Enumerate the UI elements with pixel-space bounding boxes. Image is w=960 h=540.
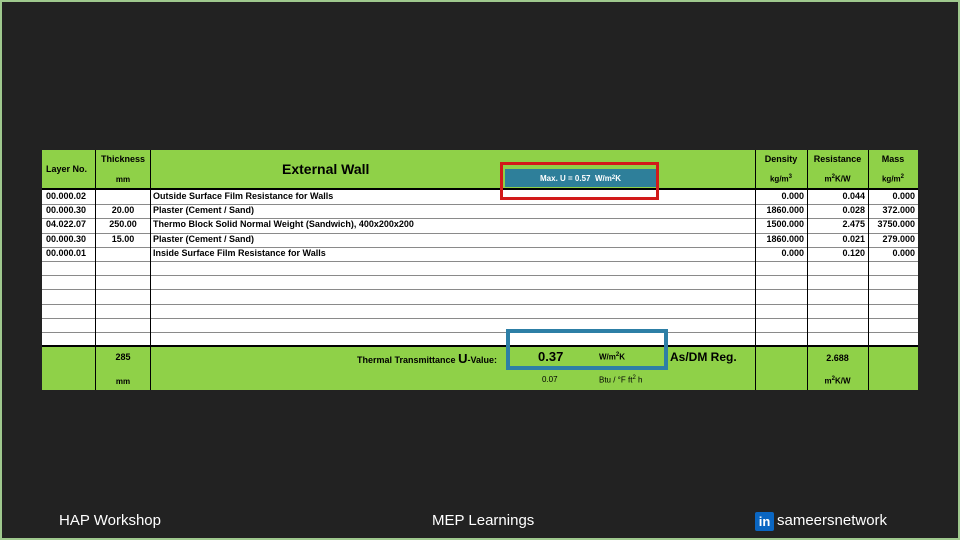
row-resistance: 2.475 xyxy=(842,219,865,230)
row-separator xyxy=(42,261,918,262)
regulation-label: As/DM Reg. xyxy=(670,350,737,364)
row-separator xyxy=(42,275,918,277)
grid-col-line xyxy=(150,150,151,390)
header-layer-no: Layer No. xyxy=(46,164,88,174)
row-description: Plaster (Cement / Sand) xyxy=(153,205,255,216)
row-thickness: 250.00 xyxy=(109,219,137,230)
total-thickness-unit: mm xyxy=(115,377,131,386)
footer-workshop-label: HAP Workshop xyxy=(59,512,161,529)
row-mass: 3750.000 xyxy=(877,219,915,230)
row-density: 1860.000 xyxy=(766,233,804,244)
footer-network-link[interactable]: sameersnetwork xyxy=(777,512,887,529)
row-separator xyxy=(42,332,918,333)
row-description: Plaster (Cement / Sand) xyxy=(153,233,255,244)
imperial-u-unit: Btu / °F ft2 h xyxy=(599,375,643,385)
row-description: Inside Surface Film Resistance for Walls xyxy=(153,247,326,258)
row-density: 0.000 xyxy=(781,247,804,258)
header-mass-unit: kg/m2 xyxy=(881,174,904,184)
header-mass: Mass xyxy=(881,154,905,164)
footer-brand-label: MEP Learnings xyxy=(432,512,535,529)
row-density: 0.000 xyxy=(781,191,804,201)
linkedin-icon[interactable]: in xyxy=(755,512,774,531)
grid-col-line xyxy=(868,150,869,390)
imperial-u-value: 0.07 xyxy=(542,375,558,384)
row-layer: 00.000.02 xyxy=(46,191,87,201)
header-divider xyxy=(42,188,918,190)
row-resistance: 0.044 xyxy=(842,191,865,201)
u-value-label: Thermal Transmittance U-Value: xyxy=(357,351,497,366)
row-density: 1500.000 xyxy=(766,219,804,230)
grid-col-line xyxy=(755,150,756,390)
u-value-highlight-box xyxy=(506,329,668,370)
row-description: Outside Surface Film Resistance for Wall… xyxy=(153,191,334,201)
grid-col-line xyxy=(95,150,96,390)
row-separator xyxy=(42,303,918,305)
row-separator xyxy=(42,317,918,319)
row-density: 1860.000 xyxy=(766,205,804,216)
header-resistance: Resistance xyxy=(813,154,862,164)
row-layer: 00.000.30 xyxy=(46,233,87,244)
table-header: Layer No. Thickness mm External Wall Max… xyxy=(42,150,918,188)
header-density-unit: kg/m3 xyxy=(769,174,792,184)
header-thickness-unit: mm xyxy=(115,175,131,184)
total-thickness: 285 xyxy=(115,352,131,362)
header-density: Density xyxy=(764,154,798,164)
header-resistance-unit: m2K/W xyxy=(824,174,851,184)
row-mass: 0.000 xyxy=(892,247,915,258)
max-u-highlight-box xyxy=(500,162,659,200)
total-resistance-unit: m2K/W xyxy=(824,376,851,386)
row-thickness: 20.00 xyxy=(111,205,135,216)
header-thickness: Thickness xyxy=(100,154,146,164)
total-resistance: 2.688 xyxy=(826,353,849,363)
row-layer: 00.000.30 xyxy=(46,205,87,216)
grid-col-line xyxy=(807,150,808,390)
totals-row: 285 mm Thermal Transmittance U-Value: 0.… xyxy=(42,347,918,390)
table-title: External Wall xyxy=(282,161,370,177)
row-mass: 279.000 xyxy=(882,233,915,244)
row-separator xyxy=(42,289,918,291)
u-value-sheet: Layer No. Thickness mm External Wall Max… xyxy=(42,150,918,390)
row-resistance: 0.028 xyxy=(842,205,865,216)
row-mass: 0.000 xyxy=(892,191,915,201)
row-layer: 00.000.01 xyxy=(46,247,87,258)
row-resistance: 0.120 xyxy=(842,247,865,258)
row-mass: 372.000 xyxy=(882,205,915,216)
row-description: Thermo Block Solid Normal Weight (Sandwi… xyxy=(153,219,414,230)
row-layer: 04.022.07 xyxy=(46,219,87,230)
row-resistance: 0.021 xyxy=(842,233,865,244)
row-thickness: 15.00 xyxy=(111,233,135,244)
